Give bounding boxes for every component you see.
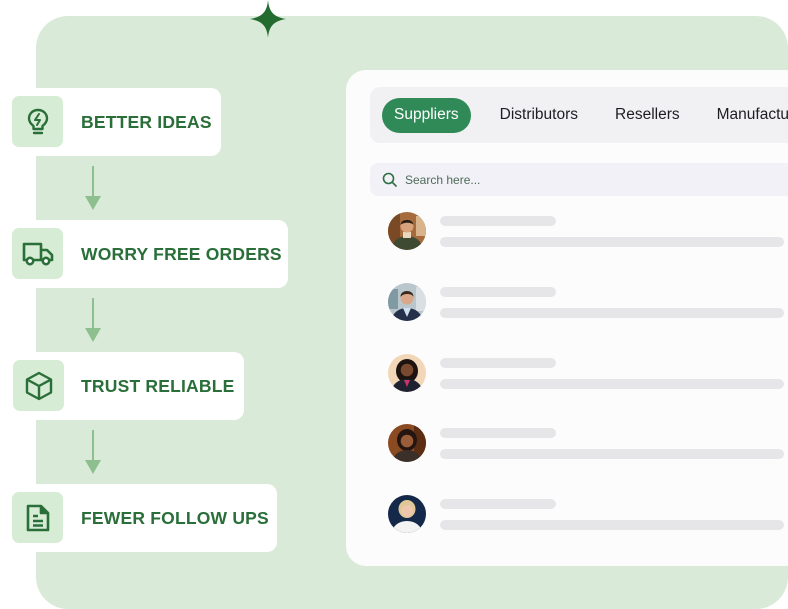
- avatar: [388, 354, 426, 392]
- search-bar: [370, 163, 788, 196]
- feature-label: BETTER IDEAS: [81, 111, 212, 132]
- feature-label: FEWER FOLLOW UPS: [81, 507, 269, 528]
- sparkle-icon: [250, 0, 286, 38]
- detail-skeleton: [440, 308, 784, 318]
- avatar: [388, 283, 426, 321]
- tab-manufacturers[interactable]: Manufacturers: [705, 98, 788, 133]
- avatar: [388, 424, 426, 462]
- list-item[interactable]: [388, 283, 788, 323]
- list-item[interactable]: [388, 212, 788, 252]
- avatar: [388, 495, 426, 533]
- name-skeleton: [440, 287, 556, 297]
- feature-fewer-follow-ups: FEWER FOLLOW UPS: [12, 484, 277, 552]
- search-input[interactable]: [405, 172, 785, 187]
- list-item[interactable]: [388, 424, 788, 464]
- feature-better-ideas: BETTER IDEAS: [12, 88, 221, 156]
- arrow-down-icon: [85, 430, 101, 474]
- detail-skeleton: [440, 237, 784, 247]
- lightbulb-bolt-icon: [12, 96, 63, 147]
- category-tabs: Suppliers Distributors Resellers Manufac…: [370, 87, 788, 143]
- search-icon: [382, 172, 397, 187]
- name-skeleton: [440, 499, 556, 509]
- arrow-down-icon: [85, 298, 101, 342]
- detail-skeleton: [440, 449, 784, 459]
- tab-resellers[interactable]: Resellers: [603, 98, 692, 133]
- avatar: [388, 212, 426, 250]
- box-icon: [13, 360, 64, 411]
- tab-suppliers[interactable]: Suppliers: [382, 97, 471, 133]
- feature-label: TRUST RELIABLE: [81, 375, 235, 396]
- detail-skeleton: [440, 520, 784, 530]
- name-skeleton: [440, 428, 556, 438]
- detail-skeleton: [440, 379, 784, 389]
- list-item[interactable]: [388, 354, 788, 394]
- arrow-down-icon: [85, 166, 101, 210]
- truck-icon: [12, 228, 63, 279]
- name-skeleton: [440, 358, 556, 368]
- feature-label: WORRY FREE ORDERS: [81, 243, 282, 264]
- name-skeleton: [440, 216, 556, 226]
- feature-worry-free-orders: WORRY FREE ORDERS: [12, 220, 288, 288]
- directory-card: Suppliers Distributors Resellers Manufac…: [346, 70, 788, 566]
- feature-trust-reliable: TRUST RELIABLE: [12, 352, 244, 420]
- tab-distributors[interactable]: Distributors: [488, 98, 590, 133]
- list-item[interactable]: [388, 495, 788, 535]
- document-icon: [12, 492, 63, 543]
